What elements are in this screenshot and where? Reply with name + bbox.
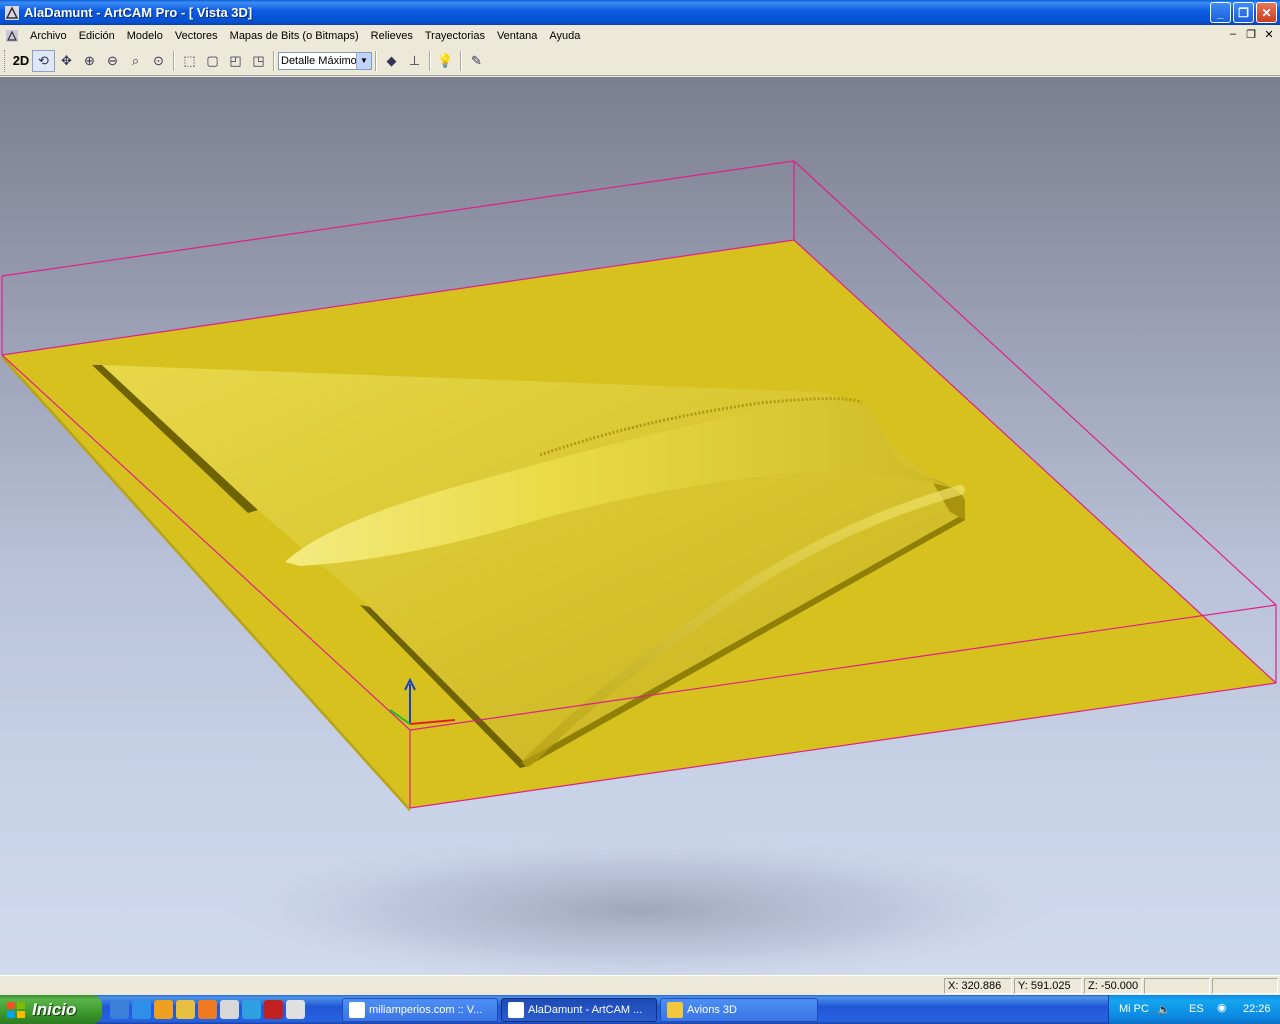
rotate-view-icon[interactable]: ⟲ xyxy=(32,49,55,72)
zoom-out-icon[interactable]: ⊖ xyxy=(101,50,124,72)
task-label: AlaDamunt - ArtCAM ... xyxy=(528,1004,643,1016)
task-label: Avions 3D xyxy=(687,1004,737,1016)
menu-vectores[interactable]: Vectores xyxy=(169,26,224,46)
toolbar-separator xyxy=(273,50,275,71)
clock[interactable]: 22:26 xyxy=(1243,1003,1271,1015)
draw-plane-icon[interactable]: ◆ xyxy=(380,50,403,72)
status-y-coordinate: Y: 591.025 xyxy=(1014,978,1082,994)
browser-task-icon xyxy=(349,1002,365,1018)
menu-archivo[interactable]: Archivo xyxy=(24,26,73,46)
detail-level-select[interactable]: Detalle Máximo ▼ xyxy=(278,51,372,70)
3d-scene[interactable] xyxy=(0,77,1280,975)
network-status-icon[interactable]: ◉ xyxy=(1217,1001,1227,1014)
zoom-box-icon[interactable]: ⌕ xyxy=(124,50,147,72)
task-label: miliamperios.com :: V... xyxy=(369,1004,483,1016)
menu-ventana[interactable]: Ventana xyxy=(491,26,543,46)
iso-view-icon[interactable]: ⬚ xyxy=(178,50,201,72)
folder-icon[interactable] xyxy=(176,1000,195,1019)
status-z-coordinate: Z: -50.000 xyxy=(1084,978,1142,994)
red-app-icon[interactable] xyxy=(264,1000,283,1019)
zoom-fit-icon[interactable]: ⊙ xyxy=(147,50,170,72)
folder-task-icon xyxy=(667,1002,683,1018)
app-launcher-icon[interactable] xyxy=(198,1000,217,1019)
network-icon[interactable] xyxy=(242,1000,261,1019)
browser-icon[interactable] xyxy=(132,1000,151,1019)
toolbar-separator xyxy=(429,50,431,71)
window-icon[interactable] xyxy=(286,1000,305,1019)
status-x-coordinate: X: 320.886 xyxy=(944,978,1012,994)
title-bar: AlaDamunt - ArtCAM Pro - [ Vista 3D] _ ❐… xyxy=(0,0,1280,25)
mdi-restore-button[interactable]: ❐ xyxy=(1244,28,1258,41)
artcam-app-icon[interactable] xyxy=(4,5,20,21)
light-icon[interactable]: 💡 xyxy=(434,50,457,72)
calendar-icon[interactable] xyxy=(220,1000,239,1019)
ie-icon[interactable] xyxy=(110,1000,129,1019)
status-empty-cell xyxy=(1144,978,1210,994)
toolbar-separator xyxy=(173,50,175,71)
floor-shadow xyxy=(220,835,1060,975)
zoom-in-icon[interactable]: ⊕ xyxy=(78,50,101,72)
mdi-close-button[interactable]: ✕ xyxy=(1262,28,1276,41)
menu-edicion[interactable]: Edición xyxy=(73,26,121,46)
close-button[interactable]: ✕ xyxy=(1256,2,1277,23)
document-icon[interactable] xyxy=(4,28,20,44)
menu-ayuda[interactable]: Ayuda xyxy=(543,26,586,46)
chevron-down-icon[interactable]: ▼ xyxy=(356,52,371,69)
taskbar: Inicio miliamperios.com :: V... AlaDamun… xyxy=(0,995,1280,1024)
menu-mapas-de-bits[interactable]: Mapas de Bits (o Bitmaps) xyxy=(224,26,365,46)
2d-view-button[interactable]: 2D xyxy=(10,53,32,68)
status-bar: X: 320.886 Y: 591.025 Z: -50.000 xyxy=(0,975,1280,995)
restore-button[interactable]: ❐ xyxy=(1233,2,1254,23)
toolbar-separator xyxy=(460,50,462,71)
front-view-icon[interactable]: ▢ xyxy=(201,50,224,72)
side-view-icon[interactable]: ◳ xyxy=(247,50,270,72)
axes-icon[interactable]: ⊥ xyxy=(403,50,426,72)
menu-trayectorias[interactable]: Trayectorias xyxy=(419,26,491,46)
menu-modelo[interactable]: Modelo xyxy=(121,26,169,46)
toolbar-separator xyxy=(375,50,377,71)
task-miliamperios[interactable]: miliamperios.com :: V... xyxy=(342,998,498,1022)
tray-mi-pc[interactable]: Mi PC xyxy=(1119,1003,1149,1015)
media-player-icon[interactable] xyxy=(154,1000,173,1019)
paint-icon[interactable]: ✎ xyxy=(465,50,488,72)
start-button[interactable]: Inicio xyxy=(0,995,102,1024)
detail-level-value: Detalle Máximo xyxy=(281,54,357,67)
mdi-minimize-button[interactable]: – xyxy=(1226,28,1240,41)
menu-relieves[interactable]: Relieves xyxy=(365,26,419,46)
top-view-icon[interactable]: ◰ xyxy=(224,50,247,72)
artcam-task-icon xyxy=(508,1002,524,1018)
menu-bar: Archivo Edición Modelo Vectores Mapas de… xyxy=(0,25,1280,46)
windows-flag-icon xyxy=(7,1001,25,1018)
task-aladamunt[interactable]: AlaDamunt - ArtCAM ... xyxy=(501,998,657,1022)
system-tray: Mi PC 🔈 ES ◉ 22:26 xyxy=(1108,995,1280,1024)
3d-viewport[interactable] xyxy=(0,77,1280,975)
window-title: AlaDamunt - ArtCAM Pro - [ Vista 3D] xyxy=(24,5,253,20)
volume-icon[interactable]: 🔈 xyxy=(1157,1003,1171,1016)
quick-launch xyxy=(110,1000,305,1019)
status-empty-cell xyxy=(1212,978,1278,994)
task-avions-3d[interactable]: Avions 3D xyxy=(660,998,818,1022)
start-label: Inicio xyxy=(32,999,77,1019)
view-toolbar: 2D ⟲ ✥ ⊕ ⊖ ⌕ ⊙ ⬚ ▢ ◰ ◳ Detalle Máximo ▼ … xyxy=(0,46,1280,76)
minimize-button[interactable]: _ xyxy=(1210,2,1231,23)
pan-icon[interactable]: ✥ xyxy=(55,50,78,72)
toolbar-grip[interactable] xyxy=(4,49,7,72)
language-indicator[interactable]: ES xyxy=(1189,1003,1204,1015)
